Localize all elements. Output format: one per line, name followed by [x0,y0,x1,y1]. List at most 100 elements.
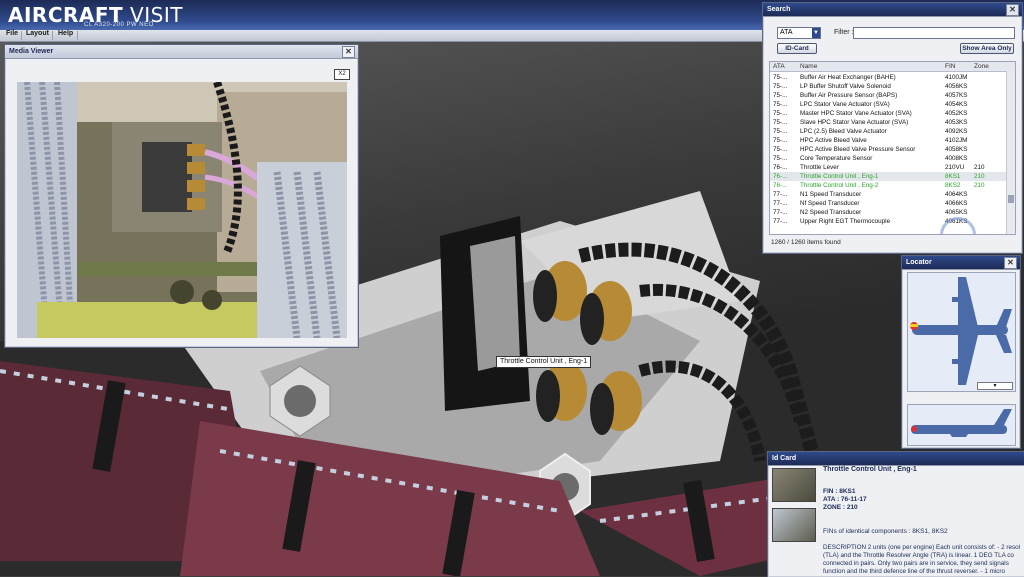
results-scrollbar[interactable] [1006,71,1015,234]
cell-fin: 4052KS [945,110,968,117]
media-viewer-title-text: Media Viewer [9,48,54,55]
locator-top-view[interactable] [907,272,1016,392]
cell-fin: 4102JM [945,137,968,144]
scrollbar-thumb[interactable] [1008,195,1014,203]
show-area-only-button[interactable]: Show Area Only [960,43,1014,54]
id-card-3d-thumbnail[interactable] [772,508,816,542]
zoom-x2-button[interactable]: X2 [334,69,350,80]
cell-name: LP Buffer Shutoff Valve Solenoid [800,83,891,90]
table-row[interactable]: 76-... Throttle Control Unit , Eng-2 8KS2 2… [770,181,1007,190]
cell-fin: 4056KS [945,83,968,90]
column-fin[interactable]: FIN [945,63,955,70]
close-icon[interactable]: ✕ [1004,257,1017,269]
cell-name: Upper Right EGT Thermocouple [800,218,891,225]
close-icon[interactable]: ✕ [1006,4,1019,16]
cell-ata: 75-... [773,74,788,81]
locator-side-view[interactable] [907,404,1016,446]
id-card-component-name: Throttle Control Unit , Eng-1 [823,466,917,473]
id-card-window: Id Card Throttle Control Unit , Eng-1 FI… [767,451,1024,577]
cell-fin: 4065KS [945,209,968,216]
cell-fin: 8KS2 [945,182,961,189]
cell-ata: 76-... [773,182,788,189]
id-card-photo-thumbnail[interactable] [772,468,816,502]
id-card-button[interactable]: ID-Card [777,43,817,54]
cell-ata: 75-... [773,83,788,90]
table-row[interactable]: 75-... HPC Active Bleed Valve 4102JM [770,136,1007,145]
table-row[interactable]: 77-... N2 Speed Transducer 4065KS [770,208,1007,217]
cell-name: HPC Active Bleed Valve Pressure Sensor [800,146,916,153]
filter-label: Filter : [834,29,854,36]
cell-fin: 210VU [945,164,965,171]
table-row[interactable]: 77-... Nf Speed Transducer 4066KS [770,199,1007,208]
table-row[interactable]: 75-... Buffer Air Pressure Sensor (BAPS) 4… [770,91,1007,100]
menu-help[interactable]: Help [54,30,77,37]
description-line: function and the third defence line of t… [823,568,1006,575]
cell-name: HPC Active Bleed Valve [800,137,867,144]
cell-ata: 77-... [773,191,788,198]
cell-fin: 8KS1 [945,173,961,180]
chevron-down-icon: ▼ [812,28,820,38]
cell-ata: 75-... [773,128,788,135]
cell-name: Core Temperature Sensor [800,155,873,162]
cell-ata: 77-... [773,218,788,225]
results-header: ATA Name FIN Zone [770,62,1015,72]
aircraft-side-view-icon [911,409,1012,437]
cell-fin: 4008KS [945,155,968,162]
table-row[interactable]: 75-... Buffer Air Heat Exchanger (BAHE) 41… [770,73,1007,82]
table-row[interactable]: 75-... HPC Active Bleed Valve Pressure Se… [770,145,1007,154]
cell-ata: 76-... [773,164,788,171]
table-row[interactable]: 75-... LPC Stator Vane Actuator (SVA) 4054… [770,100,1007,109]
media-viewer-title: Media Viewer ✕ [5,45,358,59]
cell-fin: 4066KS [945,200,968,207]
id-card-description: DESCRIPTION 2 units (one per engine) Eac… [823,544,1023,576]
cell-name: Throttle Control Unit , Eng-1 [800,173,879,180]
id-card-title-text: Id Card [772,455,797,462]
cell-ata: 75-... [773,101,788,108]
id-card-identical-fins: FINs of identical components : 8KS1, 8KS… [823,528,948,535]
close-icon[interactable]: ✕ [342,46,355,58]
cell-name: Throttle Control Unit , Eng-2 [800,182,879,189]
cell-fin: 4092KS [945,128,968,135]
id-card-title: Id Card [768,452,1024,466]
table-row[interactable]: 75-... Core Temperature Sensor 4008KS [770,154,1007,163]
locator-title-text: Locator [906,259,932,266]
cell-name: Nf Speed Transducer [800,200,860,207]
aircraft-model: CL A320-200 PW NEO [84,22,154,28]
cell-zone: 210 [974,182,985,189]
cell-fin: 4064KS [945,191,968,198]
chevron-down-icon: ▼ [992,383,998,389]
results-list[interactable]: ATA Name FIN Zone 75-... Buffer Air Heat … [769,61,1016,235]
menu-layout[interactable]: Layout [22,30,53,37]
description-line: connected in pairs. Only two pairs are i… [823,560,1009,567]
cell-ata: 77-... [773,209,788,216]
table-row[interactable]: 75-... Slave HPC Stator Vane Actuator (SV… [770,118,1007,127]
cell-fin: 4058KS [945,146,968,153]
cell-ata: 76-... [773,173,788,180]
cell-fin: 4057KS [945,92,968,99]
cell-name: LPC (2.5) Bleed Valve Actuator [800,128,887,135]
description-line: (TLA) and the Throttle Resolver Angle (T… [823,552,1014,559]
cell-name: LPC Stator Vane Actuator (SVA) [800,101,890,108]
cell-zone: 210 [974,173,985,180]
column-name[interactable]: Name [800,63,817,70]
table-row[interactable]: 76-... Throttle Lever 210VU 210 [770,163,1007,172]
aircraft-top-view-icon [910,277,1012,385]
column-ata[interactable]: ATA [773,63,785,70]
column-zone[interactable]: Zone [974,63,989,70]
menu-file[interactable]: File [2,30,22,37]
description-line: DESCRIPTION 2 units (one per engine) Eac… [823,544,1021,551]
cell-fin: 4054KS [945,101,968,108]
table-row[interactable]: 76-... Throttle Control Unit , Eng-1 8KS1 2… [770,172,1007,181]
filter-input[interactable] [853,27,1015,39]
locator-view-dropdown[interactable]: ▼ [977,382,1013,390]
table-row[interactable]: 75-... Master HPC Stator Vane Actuator (S… [770,109,1007,118]
table-row[interactable]: 75-... LP Buffer Shutoff Valve Solenoid 40… [770,82,1007,91]
cell-fin: 4053KS [945,119,968,126]
table-row[interactable]: 77-... N1 Speed Transducer 4064KS [770,190,1007,199]
table-row[interactable]: 75-... LPC (2.5) Bleed Valve Actuator 4092… [770,127,1007,136]
search-title-text: Search [767,6,791,13]
cell-name: Master HPC Stator Vane Actuator (SVA) [800,110,912,117]
locator-window: Locator ✕ ▼ [901,255,1021,449]
component-tooltip: Throttle Control Unit , Eng-1 [496,356,592,368]
filter-mode-select[interactable]: ATA ▼ [777,27,821,39]
